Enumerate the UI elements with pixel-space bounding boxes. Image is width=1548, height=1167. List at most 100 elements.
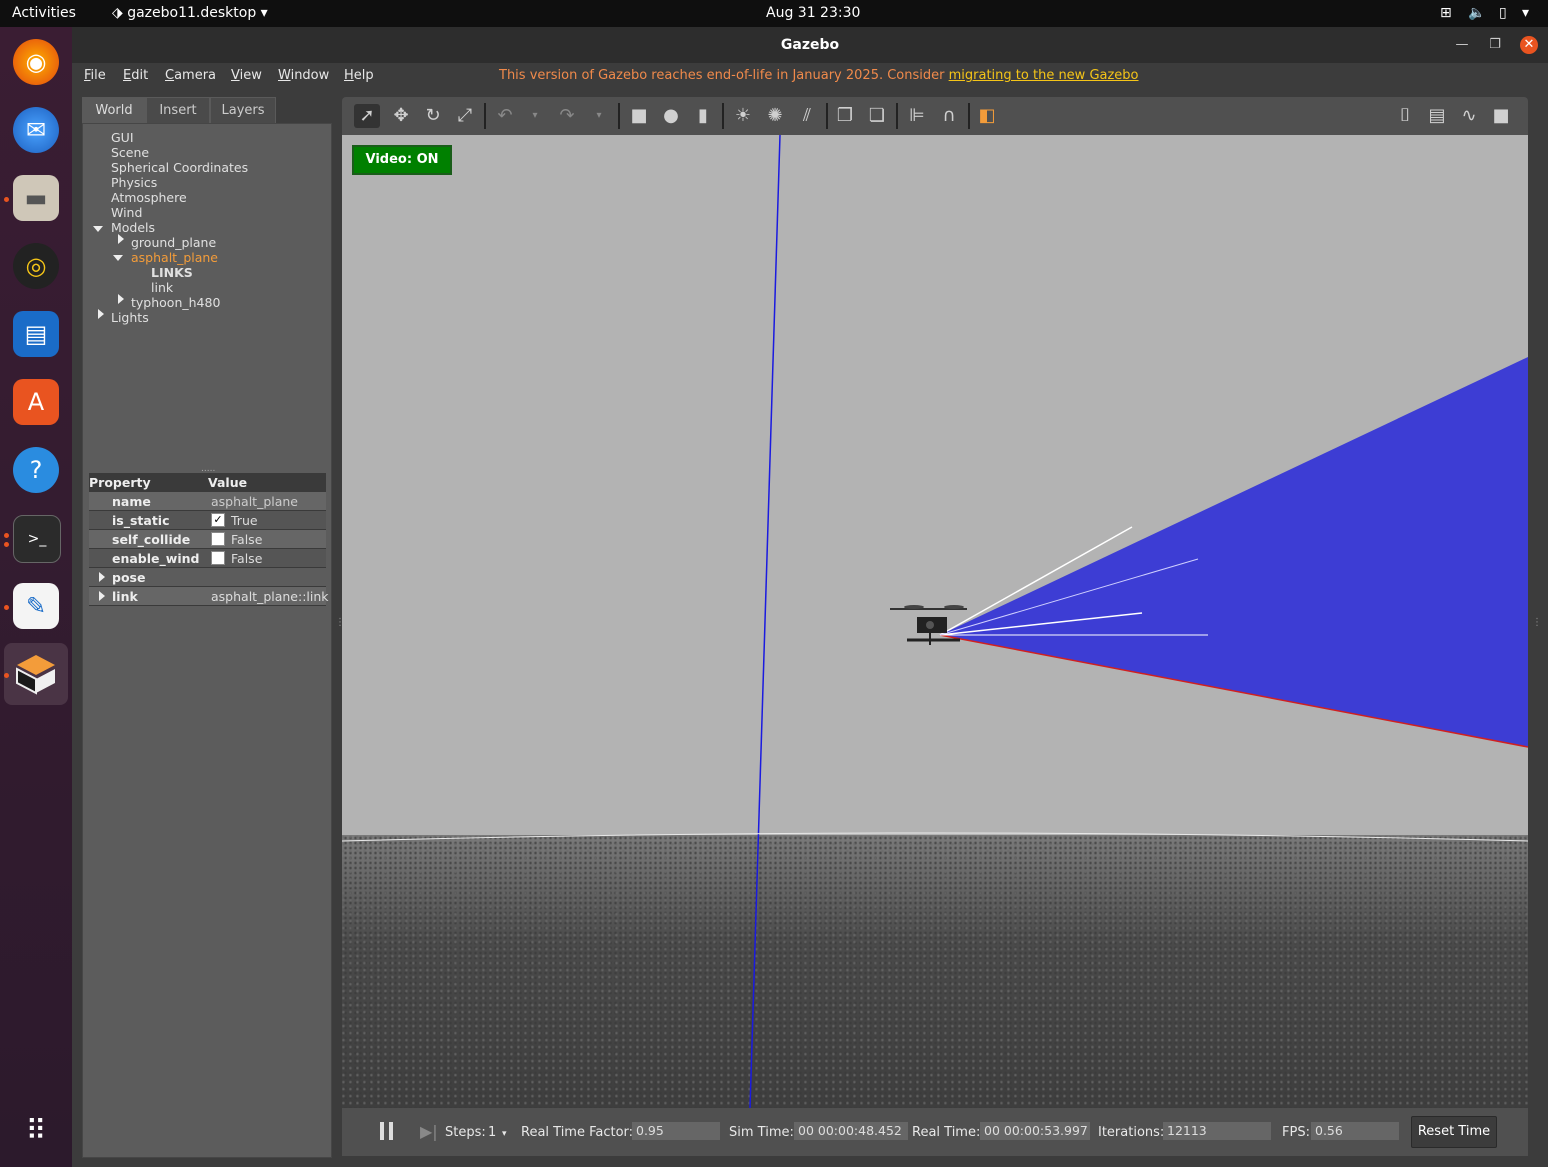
plot-icon[interactable]: ∿ xyxy=(1456,104,1482,128)
eol-notice: This version of Gazebo reaches end-of-li… xyxy=(499,68,1139,83)
menu-view[interactable]: View xyxy=(231,68,262,83)
menu-window[interactable]: Window xyxy=(278,68,329,83)
menu-file[interactable]: File xyxy=(84,68,106,83)
terminal-icon[interactable]: >_ xyxy=(13,515,61,563)
select-mode-icon[interactable]: ➚ xyxy=(354,104,380,128)
drone-model xyxy=(890,605,967,645)
tree-item-spherical[interactable]: Spherical Coordinates xyxy=(111,160,248,175)
tree-item-ground-plane[interactable]: ground_plane xyxy=(131,235,216,250)
scene-viewport[interactable]: Video: ON xyxy=(342,135,1528,1108)
rotate-mode-icon[interactable]: ↻ xyxy=(420,104,446,128)
tree-item-gui[interactable]: GUI xyxy=(111,130,134,145)
gazebo-icon[interactable] xyxy=(13,651,59,697)
firefox-icon[interactable]: ◉ xyxy=(13,39,59,85)
tree-item-link[interactable]: link xyxy=(151,280,173,295)
point-light-icon[interactable]: ☀ xyxy=(730,104,756,128)
log-icon[interactable]: ▤ xyxy=(1424,104,1450,128)
tree-item-scene[interactable]: Scene xyxy=(111,145,149,160)
translate-mode-icon[interactable]: ✥ xyxy=(388,104,414,128)
property-row-is-static[interactable]: is_static ✓ True xyxy=(89,511,326,530)
tab-insert[interactable]: Insert xyxy=(146,97,210,124)
eol-link[interactable]: migrating to the new Gazebo xyxy=(949,68,1139,83)
redo-icon[interactable]: ↷ xyxy=(554,104,580,128)
show-apps-icon[interactable]: ⠿ xyxy=(13,1107,59,1153)
undo-history-chevron-icon[interactable]: ▾ xyxy=(522,104,548,128)
menu-edit[interactable]: Edit xyxy=(123,68,148,83)
help-icon[interactable]: ? xyxy=(13,447,59,493)
app-menu[interactable]: ⬗ gazebo11.desktop ▾ xyxy=(112,5,268,21)
property-row-pose[interactable]: pose xyxy=(89,568,326,587)
is-static-checkbox[interactable]: ✓ xyxy=(211,513,225,527)
thunderbird-icon[interactable]: ✉ xyxy=(13,107,59,153)
property-row-enable-wind[interactable]: enable_wind False xyxy=(89,549,326,568)
expand-models-icon[interactable] xyxy=(93,226,103,232)
expand-pose-icon[interactable] xyxy=(99,572,105,582)
tree-item-physics[interactable]: Physics xyxy=(111,175,157,190)
tree-item-atmosphere[interactable]: Atmosphere xyxy=(111,190,187,205)
box-shape-icon[interactable]: ■ xyxy=(626,104,652,128)
undo-icon[interactable]: ↶ xyxy=(492,104,518,128)
prop-value: asphalt_plane::link xyxy=(211,589,329,604)
cylinder-shape-icon[interactable]: ▮ xyxy=(690,104,716,128)
horizon-line xyxy=(342,832,1528,842)
rhythmbox-icon[interactable]: ◎ xyxy=(13,243,59,289)
copy-icon[interactable]: ❐ xyxy=(832,104,858,128)
spot-light-icon[interactable]: ✺ xyxy=(762,104,788,128)
libreoffice-writer-icon[interactable]: ▤ xyxy=(13,311,59,357)
volume-icon[interactable]: 🔈 xyxy=(1468,5,1485,21)
reset-time-button[interactable]: Reset Time xyxy=(1411,1116,1497,1148)
maximize-icon[interactable]: ❐ xyxy=(1486,36,1504,54)
prop-value: True xyxy=(231,513,258,528)
expand-typhoon-icon[interactable] xyxy=(118,294,124,304)
menu-help[interactable]: Help xyxy=(344,68,374,83)
tree-item-models[interactable]: Models xyxy=(111,220,155,235)
sphere-shape-icon[interactable]: ● xyxy=(658,104,684,128)
left-splitter-handle[interactable]: ⋮ xyxy=(335,617,345,628)
change-view-icon[interactable]: ◧ xyxy=(974,104,1000,128)
text-editor-icon[interactable]: ✎ xyxy=(13,583,59,629)
step-icon[interactable]: ▶| xyxy=(420,1122,438,1141)
minimize-icon[interactable]: — xyxy=(1453,36,1471,54)
pause-icon[interactable] xyxy=(380,1122,394,1140)
software-center-icon[interactable]: A xyxy=(13,379,59,425)
expand-asphalt-plane-icon[interactable] xyxy=(113,255,123,261)
record-video-icon[interactable]: ■ xyxy=(1488,104,1514,128)
steps-value[interactable]: 1 xyxy=(488,1125,496,1140)
tab-world[interactable]: World xyxy=(82,97,146,124)
system-top-bar: Activities ⬗ gazebo11.desktop ▾ Aug 31 2… xyxy=(0,0,1548,27)
snap-icon[interactable]: ∩ xyxy=(936,104,962,128)
redo-history-chevron-icon[interactable]: ▾ xyxy=(586,104,612,128)
battery-icon[interactable]: ▯ xyxy=(1499,5,1507,21)
property-row-link[interactable]: link asphalt_plane::link xyxy=(89,587,329,606)
directional-light-icon[interactable]: ⫽ xyxy=(794,104,820,128)
close-icon[interactable]: ✕ xyxy=(1520,36,1538,54)
self-collide-checkbox[interactable] xyxy=(211,532,225,546)
fps-field: 0.56 xyxy=(1311,1122,1399,1140)
tree-item-wind[interactable]: Wind xyxy=(111,205,142,220)
clock[interactable]: Aug 31 23:30 xyxy=(766,5,860,21)
files-icon[interactable]: ▬ xyxy=(13,175,59,221)
activities-button[interactable]: Activities xyxy=(12,5,76,21)
network-icon[interactable]: ⊞ xyxy=(1440,5,1452,21)
menu-camera[interactable]: Camera xyxy=(165,68,216,83)
tree-item-lights[interactable]: Lights xyxy=(111,310,149,325)
tree-item-links-header: LINKS xyxy=(151,265,193,280)
property-row-name[interactable]: name asphalt_plane xyxy=(89,492,326,511)
align-icon[interactable]: ⊫ xyxy=(904,104,930,128)
screenshot-icon[interactable]: ⌷ xyxy=(1392,104,1418,128)
video-status-badge: Video: ON xyxy=(352,145,452,175)
scale-mode-icon[interactable]: ⤢ xyxy=(452,104,478,128)
prop-value: asphalt_plane xyxy=(211,494,298,509)
expand-lights-icon[interactable] xyxy=(98,309,104,319)
system-menu-chevron-icon[interactable]: ▾ xyxy=(1522,5,1529,21)
tree-item-typhoon[interactable]: typhoon_h480 xyxy=(131,295,220,310)
property-row-self-collide[interactable]: self_collide False xyxy=(89,530,326,549)
right-splitter-handle[interactable]: ⋮ xyxy=(1532,617,1542,628)
expand-ground-plane-icon[interactable] xyxy=(118,234,124,244)
steps-chevron-icon[interactable]: ▾ xyxy=(502,1129,507,1139)
tab-layers[interactable]: Layers xyxy=(210,97,276,124)
expand-link-icon[interactable] xyxy=(99,591,105,601)
enable-wind-checkbox[interactable] xyxy=(211,551,225,565)
paste-icon[interactable]: ❏ xyxy=(864,104,890,128)
tree-item-asphalt-plane[interactable]: asphalt_plane xyxy=(131,250,218,265)
